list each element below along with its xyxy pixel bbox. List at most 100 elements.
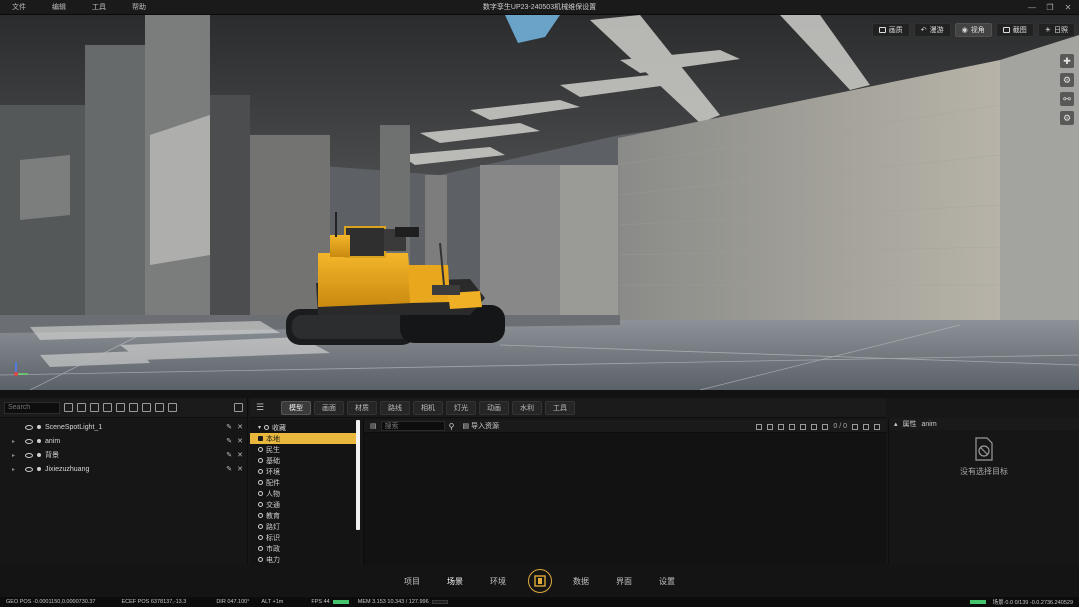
category-item[interactable]: 教育 xyxy=(250,510,360,521)
sort-icon[interactable] xyxy=(778,423,785,430)
delete-icon[interactable]: ✕ xyxy=(237,451,243,459)
category-item[interactable]: 市政 xyxy=(250,543,360,554)
image-icon xyxy=(878,27,886,33)
move-icon[interactable]: ✚ xyxy=(1060,54,1074,68)
nav-settings[interactable]: 设置 xyxy=(646,576,689,587)
category-item[interactable]: 标识 xyxy=(250,532,360,543)
tab-scenes[interactable]: 画面 xyxy=(314,400,344,415)
filter-icon[interactable] xyxy=(77,403,86,412)
close-button[interactable]: ✕ xyxy=(1061,1,1075,14)
category-item[interactable]: 环境 xyxy=(250,466,360,477)
sunlight-button[interactable]: ☀ 日照 xyxy=(1037,23,1075,37)
menu-tools[interactable]: 工具 xyxy=(79,0,119,15)
outliner-search-input[interactable] xyxy=(4,401,60,414)
asset-library: ☰ 模型 画面 材质 路线 相机 灯光 动画 水利 工具 ▾ 收藏 本地 民生 基… xyxy=(250,398,886,565)
list-icon[interactable] xyxy=(155,403,164,412)
import-resource-button[interactable]: ▤ 导入资源 xyxy=(462,421,499,431)
category-scrollbar[interactable] xyxy=(356,420,360,530)
nav-environment[interactable]: 环境 xyxy=(477,576,520,587)
roam-button[interactable]: ↶ 漫游 xyxy=(913,23,951,37)
nav-project[interactable]: 项目 xyxy=(391,576,434,587)
tree-row[interactable]: ▸ anim ✎ ✕ xyxy=(0,434,247,448)
object-icon xyxy=(37,467,41,471)
category-item[interactable]: 基础 xyxy=(250,455,360,466)
panel-menu-icon[interactable] xyxy=(234,403,243,412)
refresh-icon[interactable] xyxy=(767,423,774,430)
restore-button[interactable]: ❐ xyxy=(1043,1,1057,14)
category-item[interactable]: 配件 xyxy=(250,477,360,488)
fps-meter xyxy=(332,600,349,604)
category-item[interactable]: 人物 xyxy=(250,488,360,499)
category-icon xyxy=(258,557,263,562)
category-favorites[interactable]: ▾ 收藏 xyxy=(250,422,360,433)
tab-tools[interactable]: 工具 xyxy=(545,400,575,415)
download-icon[interactable] xyxy=(789,423,796,430)
refresh-icon[interactable] xyxy=(64,403,73,412)
3d-viewport[interactable]: 画质 ↶ 漫游 ◉ 视角 截图 ☀ 日照 ✚ ⚙ ⚯ ⚙ xyxy=(0,15,1079,390)
delete-icon[interactable]: ✕ xyxy=(237,465,243,473)
funnel-icon[interactable] xyxy=(874,423,880,430)
delete-icon[interactable]: ✕ xyxy=(237,423,243,431)
tab-lights[interactable]: 灯光 xyxy=(446,400,476,415)
visibility-eye-icon[interactable] xyxy=(25,438,33,444)
tree-row[interactable]: ▸ 背景 ✎ ✕ xyxy=(0,448,247,462)
list-view-icon[interactable] xyxy=(863,423,869,430)
visibility-eye-icon[interactable] xyxy=(25,424,33,430)
square-icon[interactable] xyxy=(142,403,151,412)
grid-icon[interactable] xyxy=(129,403,138,412)
tree-row[interactable]: ▸ Jixiezuzhuang ✎ ✕ xyxy=(0,462,247,476)
tab-cameras[interactable]: 相机 xyxy=(413,400,443,415)
category-icon xyxy=(258,535,263,540)
delete-icon[interactable]: ✕ xyxy=(237,437,243,445)
lock-icon[interactable] xyxy=(756,423,763,430)
menu-file[interactable]: 文件 xyxy=(0,0,39,15)
category-item[interactable]: 路灯 xyxy=(250,521,360,532)
expand-icon[interactable] xyxy=(90,403,99,412)
nav-scene[interactable]: 场景 xyxy=(434,576,477,587)
tab-routes[interactable]: 路线 xyxy=(380,400,410,415)
menu-edit[interactable]: 编辑 xyxy=(39,0,79,15)
minimize-button[interactable]: — xyxy=(1025,1,1039,14)
menu-help[interactable]: 帮助 xyxy=(119,0,159,15)
tab-models[interactable]: 模型 xyxy=(281,400,311,415)
expand-arrow-icon[interactable]: ▸ xyxy=(12,466,20,473)
settings-icon[interactable]: ⚙ xyxy=(1060,111,1074,125)
category-item[interactable]: 交通 xyxy=(250,499,360,510)
expand-arrow-icon[interactable]: ▸ xyxy=(12,452,20,459)
nav-data[interactable]: 数据 xyxy=(560,576,603,587)
tab-animations[interactable]: 动画 xyxy=(479,400,509,415)
person-icon[interactable]: ⚯ xyxy=(1060,92,1074,106)
screenshot-button[interactable]: 截图 xyxy=(995,23,1034,37)
tag-icon[interactable] xyxy=(811,423,818,430)
view-angle-button[interactable]: ◉ 视角 xyxy=(954,23,992,37)
asset-search-input[interactable] xyxy=(380,421,445,431)
edit-pencil-icon[interactable]: ✎ xyxy=(226,437,232,445)
edit-pencil-icon[interactable]: ✎ xyxy=(226,423,232,431)
tab-materials[interactable]: 材质 xyxy=(347,400,377,415)
focus-icon[interactable] xyxy=(116,403,125,412)
search-icon[interactable]: ⚲ xyxy=(449,422,455,431)
tab-water[interactable]: 水利 xyxy=(512,400,542,415)
edit-pencil-icon[interactable]: ✎ xyxy=(226,465,232,473)
category-item[interactable]: 电力 xyxy=(250,554,360,565)
tree-row[interactable]: SceneSpotLight_1 ✎ ✕ xyxy=(0,420,247,434)
grid-view-icon[interactable] xyxy=(852,423,858,430)
nav-interface[interactable]: 界面 xyxy=(603,576,646,587)
expand-arrow-icon[interactable]: ▸ xyxy=(12,438,20,445)
visibility-eye-icon[interactable] xyxy=(25,452,33,458)
app-logo-button[interactable] xyxy=(527,569,552,593)
filter-icon[interactable] xyxy=(800,423,807,430)
upload-icon[interactable] xyxy=(822,423,829,430)
edit-pencil-icon[interactable]: ✎ xyxy=(226,451,232,459)
category-item[interactable]: 民生 xyxy=(250,444,360,455)
outliner-toolbar xyxy=(0,398,247,418)
folder-icon[interactable]: ▤ xyxy=(370,422,377,430)
layers-icon[interactable] xyxy=(168,403,177,412)
collapse-arrow-icon[interactable]: ▴ xyxy=(894,420,898,428)
camera-icon[interactable] xyxy=(103,403,112,412)
quality-button[interactable]: 画质 xyxy=(871,23,910,37)
visibility-eye-icon[interactable] xyxy=(25,466,33,472)
category-local[interactable]: 本地 xyxy=(250,433,356,444)
hamburger-menu-icon[interactable]: ☰ xyxy=(256,402,268,413)
gear-icon[interactable]: ⚙ xyxy=(1060,73,1074,87)
